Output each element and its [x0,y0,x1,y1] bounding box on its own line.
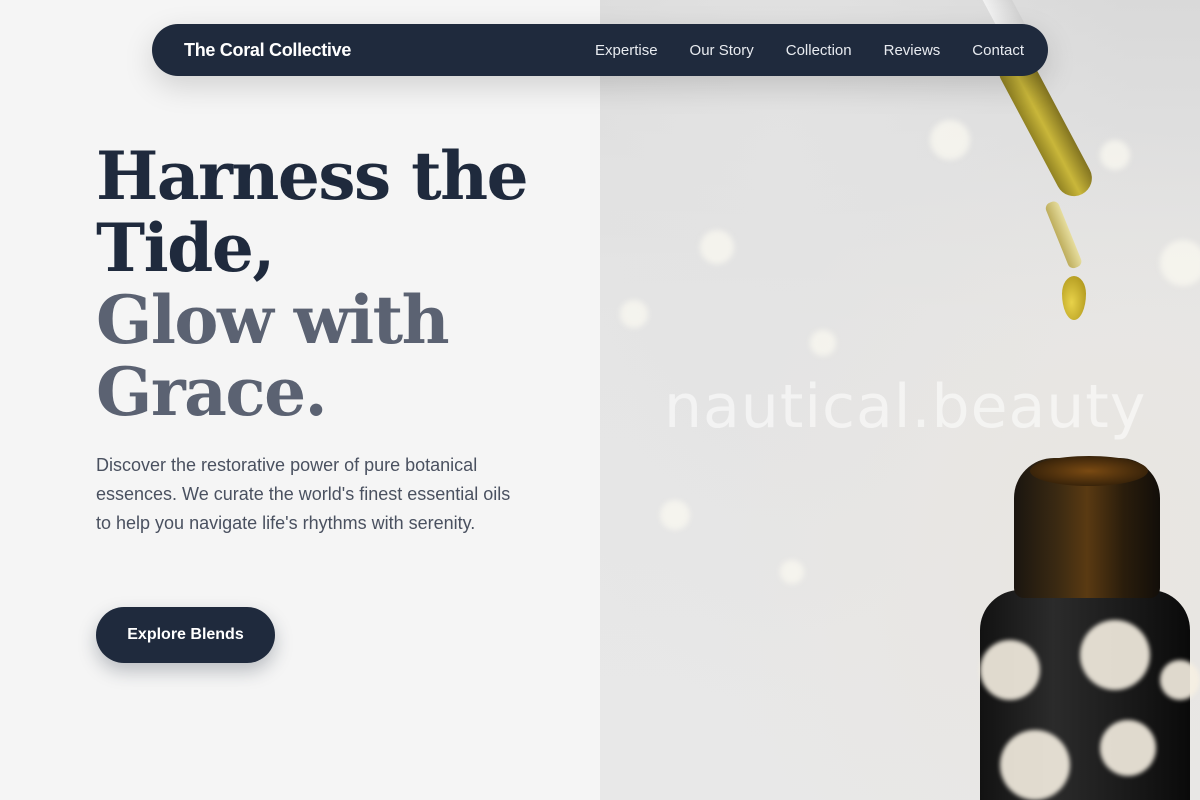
headline-line-2: Tide, [96,209,275,287]
image-watermark: nautical.beauty [664,372,1147,442]
nav-link-collection[interactable]: Collection [786,42,852,59]
foreground-flower [1100,720,1156,776]
dropper-tip [1044,199,1084,270]
bokeh-flower [660,500,690,530]
hero-description: Discover the restorative power of pure b… [96,455,511,533]
nav-link-our-story[interactable]: Our Story [690,42,754,59]
bokeh-flower [700,230,734,264]
bokeh-flower [1160,240,1200,286]
bottle-mouth [1030,456,1148,486]
headline-line-4: Grace. [96,353,328,431]
bokeh-flower [780,560,804,584]
explore-blends-button[interactable]: Explore Blends [96,607,275,663]
bokeh-flower [1100,140,1130,170]
oil-drop [1062,276,1086,320]
nav-link-contact[interactable]: Contact [972,42,1024,59]
foreground-flower [1160,660,1200,700]
nav-link-expertise[interactable]: Expertise [595,42,658,59]
bokeh-flower [810,330,836,356]
navbar: The Coral Collective Expertise Our Story… [152,24,1048,76]
foreground-flower [1080,620,1150,690]
headline-line-1: Harness the [96,137,529,215]
headline-line-3: Glow with [96,281,450,359]
foreground-flower [980,640,1040,700]
bokeh-flower [930,120,970,160]
bokeh-flower [620,300,648,328]
foreground-flower [1000,730,1070,800]
brand-logo[interactable]: The Coral Collective [184,40,351,61]
hero-image: nautical.beauty [600,0,1200,800]
hero-headline: Harness the Tide, Glow with Grace. [96,140,566,428]
nav-links: Expertise Our Story Collection Reviews C… [595,42,1024,59]
nav-link-reviews[interactable]: Reviews [884,42,941,59]
